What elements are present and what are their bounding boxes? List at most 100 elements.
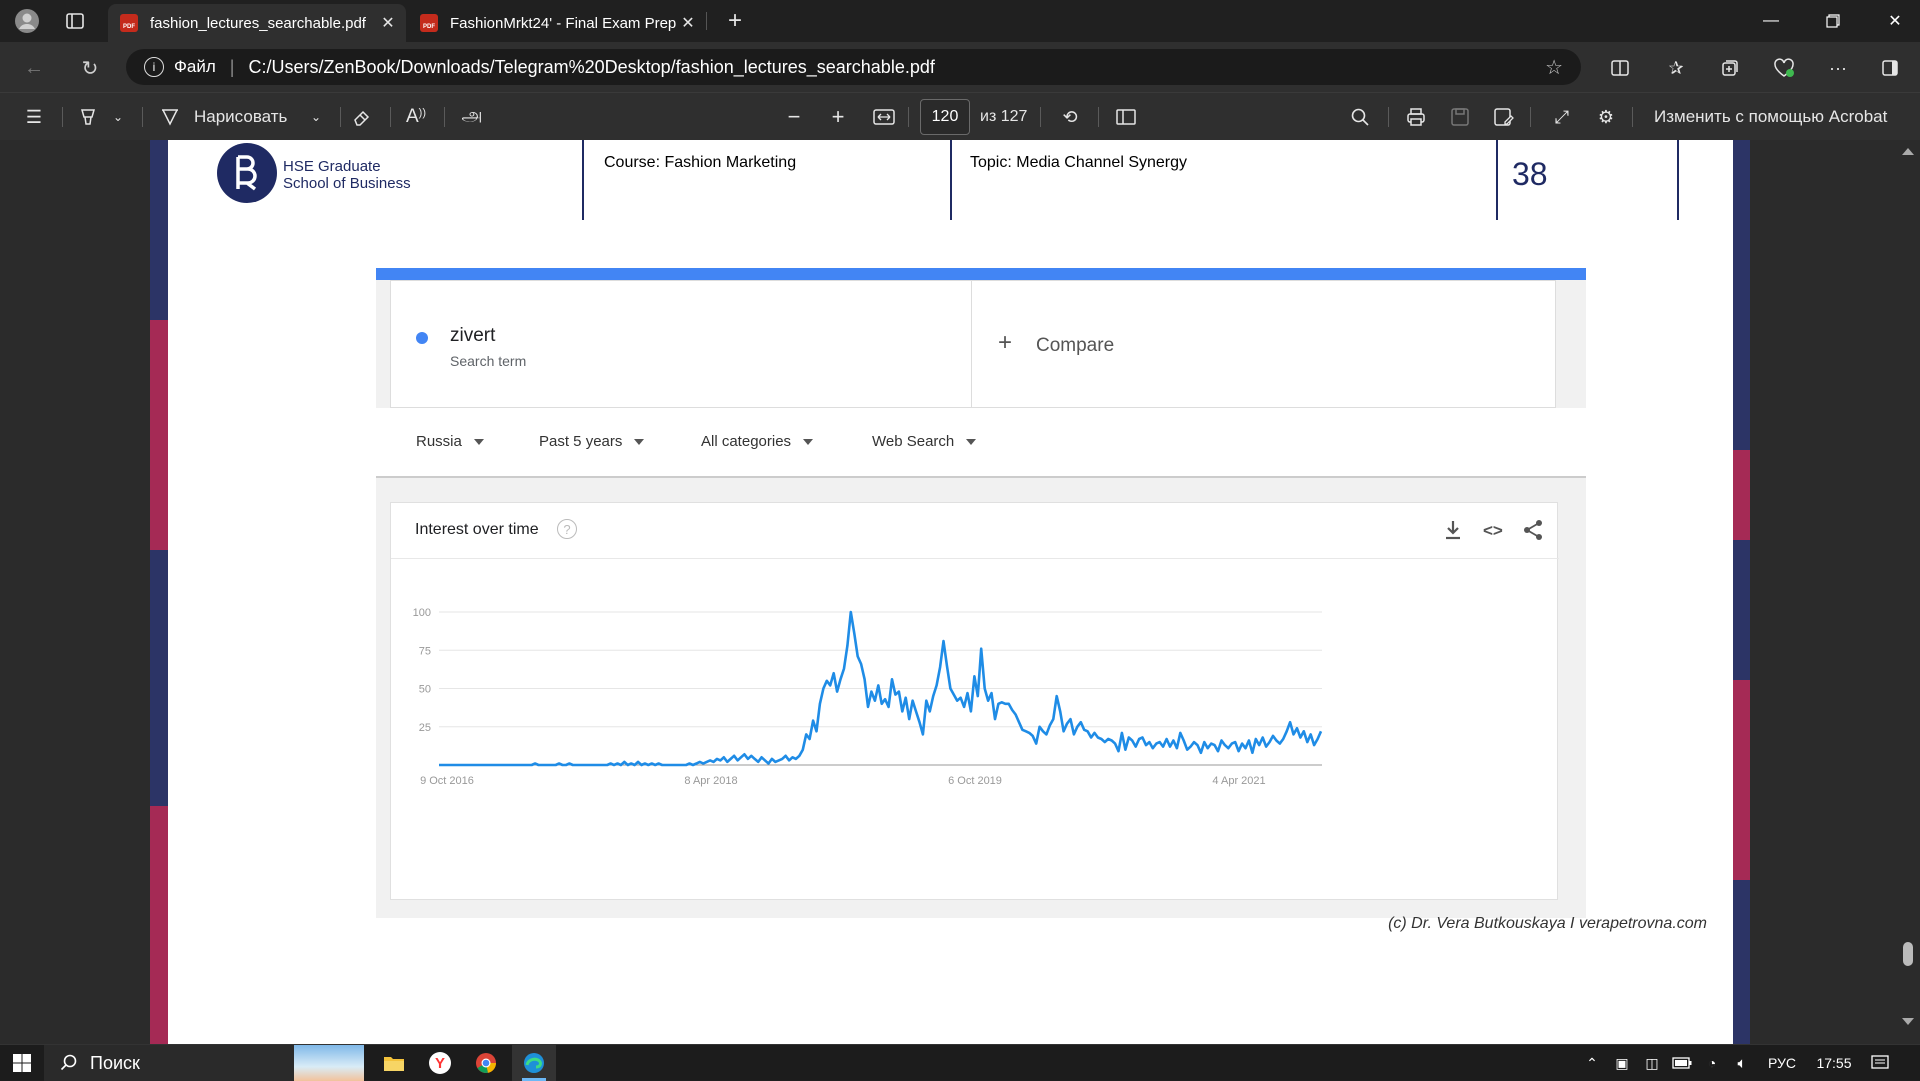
battery-icon[interactable] (1668, 1045, 1696, 1081)
interest-over-time-card: Interest over time ? <> 100 75 50 25 9 Oct 2… (390, 502, 1559, 900)
meet-now-icon[interactable]: ▣ (1608, 1045, 1636, 1081)
file-explorer-icon[interactable] (374, 1045, 414, 1081)
sidebar-copilot-icon[interactable] (1874, 52, 1906, 84)
taskbar-search-box[interactable]: Поиск (44, 1045, 364, 1081)
tab-title: fashion_lectures_searchable.pdf (150, 14, 366, 32)
pdf-toolbar: ☰ ⌄ Нарисовать ⌄ A)) அ − + 120 из 127 ⟲ … (0, 92, 1920, 140)
search-term-sub: Search term (450, 353, 527, 369)
page-number-input[interactable]: 120 (920, 99, 970, 135)
clock[interactable]: 17:55 (1806, 1045, 1862, 1081)
refresh-icon[interactable]: ↻ (74, 52, 106, 84)
profile-avatar-icon[interactable] (12, 6, 42, 36)
favorite-star-icon[interactable]: ☆ (1545, 55, 1563, 80)
tab-inactive[interactable]: PDF FashionMrkt24' - Final Exam Prep ✕ (408, 4, 706, 42)
course-label: Course: Fashion Marketing (604, 154, 797, 171)
notifications-icon[interactable] (1862, 1045, 1898, 1081)
chevron-down-icon[interactable]: ⌄ (306, 101, 326, 133)
x-tick-label: 4 Apr 2021 (1212, 775, 1265, 787)
trends-panel: zivert Search term + Compare Russia Past… (376, 268, 1586, 918)
search-icon[interactable] (1344, 101, 1376, 133)
chrome-icon[interactable] (466, 1045, 506, 1081)
translate-icon[interactable]: அ (454, 101, 490, 133)
restore-icon[interactable] (1810, 0, 1856, 42)
rotate-icon[interactable]: ⟲ (1054, 101, 1086, 133)
close-window-icon[interactable]: ✕ (1872, 0, 1918, 42)
download-icon[interactable] (1443, 519, 1467, 543)
pdf-viewer[interactable]: HSE Graduate School of Business Course: … (0, 140, 1920, 1044)
volume-icon[interactable]: 🔈︎ (1728, 1045, 1756, 1081)
close-icon[interactable]: ✕ (678, 13, 698, 33)
page-total: из 127 (980, 108, 1028, 125)
back-icon[interactable]: ← (18, 52, 50, 84)
slide-number: 38 (1512, 156, 1548, 192)
browser-essentials-icon[interactable] (1768, 52, 1800, 84)
tab-bar: PDF fashion_lectures_searchable.pdf ✕ PD… (0, 0, 1920, 42)
save-as-icon[interactable] (1488, 101, 1520, 133)
new-tab-icon[interactable]: + (720, 6, 750, 36)
topic-label: Topic: Media Channel Synergy (970, 154, 1188, 171)
url-text[interactable]: C:/Users/ZenBook/Downloads/Telegram%20De… (248, 57, 934, 78)
y-tick-label: 25 (419, 722, 431, 734)
address-bar[interactable]: i Файл | C:/Users/ZenBook/Downloads/Tele… (126, 49, 1581, 85)
region-dropdown[interactable]: Russia (416, 433, 484, 450)
category-dropdown[interactable]: All categories (701, 433, 814, 450)
table-of-contents-icon[interactable]: ☰ (18, 101, 50, 133)
minimize-icon[interactable]: — (1748, 0, 1794, 42)
page-view-icon[interactable] (1110, 101, 1142, 133)
edge-icon[interactable] (512, 1045, 556, 1081)
compare-label: Compare (1036, 335, 1115, 356)
x-tick-label: 9 Oct 2016 (420, 775, 474, 787)
term-color-dot (416, 332, 428, 344)
save-icon[interactable] (1444, 101, 1476, 133)
address-row: ← ↻ i Файл | C:/Users/ZenBook/Downloads/… (0, 42, 1920, 92)
info-icon[interactable]: i (144, 57, 164, 77)
settings-gear-icon[interactable]: ⚙ (1590, 101, 1622, 133)
embed-code-icon[interactable]: <> (1483, 521, 1503, 541)
wifi-icon[interactable]: ◔ (1698, 1045, 1726, 1081)
chevron-down-icon[interactable]: ⌄ (108, 101, 128, 133)
search-icon (60, 1054, 77, 1071)
split-screen-icon[interactable] (1604, 52, 1636, 84)
vertical-scrollbar[interactable] (1896, 140, 1920, 1044)
more-menu-icon[interactable]: ··· (1822, 52, 1854, 84)
read-aloud-icon[interactable]: A)) (400, 101, 432, 133)
favorites-icon[interactable]: ✰ (1660, 52, 1692, 84)
tab-active[interactable]: PDF fashion_lectures_searchable.pdf ✕ (108, 4, 406, 42)
scheme-label: Файл (174, 57, 216, 76)
help-icon[interactable]: ? (557, 519, 577, 539)
chevron-up-icon[interactable]: ⌃ (1578, 1045, 1606, 1081)
zoom-in-icon[interactable]: + (822, 101, 854, 133)
trends-accent-bar (376, 268, 1586, 280)
input-language[interactable]: РУС (1760, 1045, 1804, 1081)
draw-button[interactable]: Нарисовать (194, 101, 287, 133)
network-icon[interactable]: ◫ (1638, 1045, 1666, 1081)
next-pdf-page (168, 1016, 1733, 1044)
x-tick-label: 8 Apr 2018 (684, 775, 737, 787)
collections-icon[interactable] (1714, 52, 1746, 84)
y-tick-label: 50 (419, 684, 431, 696)
vertical-tabs-icon[interactable] (60, 6, 90, 36)
edit-with-acrobat-button[interactable]: Изменить с помощью Acrobat (1654, 101, 1887, 133)
fullscreen-icon[interactable]: ⤢ (1546, 101, 1578, 133)
close-icon[interactable]: ✕ (378, 13, 398, 33)
search-type-dropdown[interactable]: Web Search (872, 433, 977, 450)
search-term-card[interactable]: zivert Search term (390, 280, 972, 408)
zoom-out-icon[interactable]: − (778, 101, 810, 133)
filter-bar: Russia Past 5 years All categories Web S… (376, 408, 1586, 478)
print-icon[interactable] (1400, 101, 1432, 133)
draw-icon[interactable] (156, 101, 184, 133)
fit-page-icon[interactable] (868, 101, 900, 133)
time-range-dropdown[interactable]: Past 5 years (539, 433, 645, 450)
compare-card[interactable]: + Compare (972, 280, 1556, 408)
highlight-icon[interactable] (72, 101, 104, 133)
scroll-thumb[interactable] (1903, 942, 1913, 966)
share-icon[interactable] (1523, 519, 1547, 543)
scroll-up-icon[interactable] (1902, 148, 1914, 155)
yandex-browser-icon[interactable]: Y (420, 1045, 460, 1081)
eraser-icon[interactable] (346, 101, 378, 133)
chevron-down-icon (803, 438, 814, 445)
pdf-icon: PDF (120, 14, 138, 32)
windows-start-icon[interactable] (0, 1045, 44, 1081)
scroll-down-icon[interactable] (1902, 1018, 1914, 1025)
y-tick-label: 100 (413, 607, 431, 619)
